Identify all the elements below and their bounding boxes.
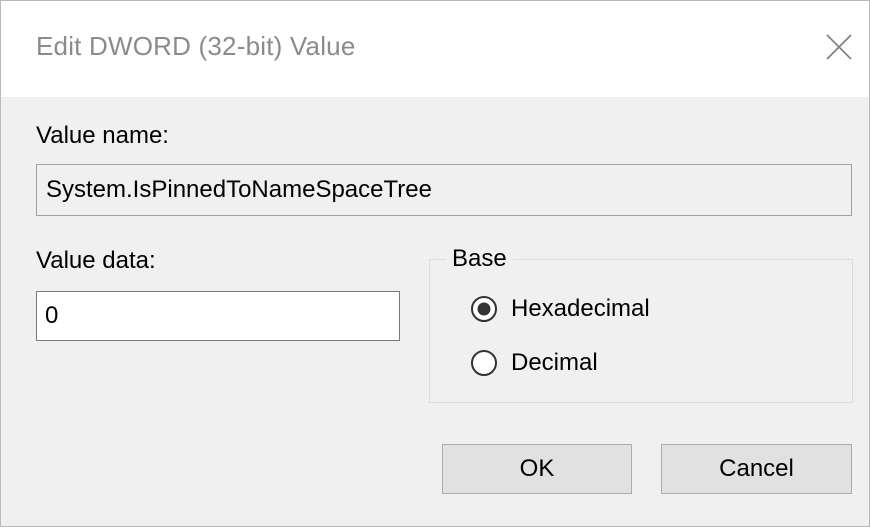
- close-button[interactable]: [813, 21, 865, 73]
- radio-decimal-label: Decimal: [511, 349, 598, 376]
- title-bar: Edit DWORD (32-bit) Value: [1, 1, 869, 97]
- ok-button[interactable]: OK: [442, 444, 632, 494]
- value-name-text: System.IsPinnedToNameSpaceTree: [46, 176, 432, 203]
- radio-decimal[interactable]: Decimal: [470, 348, 630, 380]
- value-name-field[interactable]: System.IsPinnedToNameSpaceTree: [36, 164, 852, 216]
- value-data-input[interactable]: [36, 291, 400, 341]
- base-groupbox: [429, 259, 853, 403]
- dialog-title: Edit DWORD (32-bit) Value: [36, 31, 356, 61]
- radio-selected-icon: [471, 296, 497, 322]
- close-icon: [826, 34, 852, 60]
- radio-hexadecimal-label: Hexadecimal: [511, 295, 650, 322]
- radio-hexadecimal[interactable]: Hexadecimal: [470, 294, 690, 326]
- cancel-button[interactable]: Cancel: [661, 444, 852, 494]
- value-data-label: Value data:: [36, 247, 156, 274]
- radio-unselected-icon: [471, 350, 497, 376]
- value-name-label: Value name:: [36, 122, 169, 149]
- base-group-title: Base: [446, 245, 513, 273]
- edit-dword-dialog: Edit DWORD (32-bit) Value Value name: Sy…: [0, 0, 870, 527]
